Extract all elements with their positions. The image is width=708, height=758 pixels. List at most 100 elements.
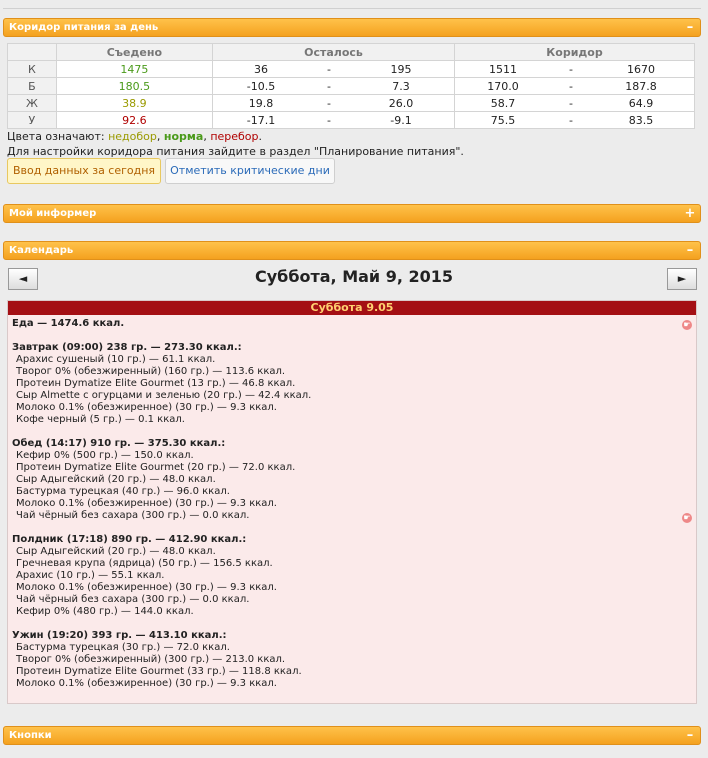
left-range: -10.5 - 7.3 [212, 77, 455, 95]
left-min: -10.5 [246, 79, 276, 93]
corridor-max: 1670 [627, 62, 655, 76]
range-dash: - [327, 113, 331, 127]
calendar-panel-header[interactable]: Календарь – [3, 241, 701, 260]
corridor-range: 170.0 - 187.8 [454, 77, 695, 95]
meal-title: Полдник (17:18) 890 гр. — 412.90 ккал.: [12, 534, 247, 545]
next-day-button[interactable]: ► [667, 268, 697, 290]
left-range: 36 - 195 [212, 60, 455, 78]
mark-critical-days-button[interactable]: Отметить критические дни [165, 158, 335, 184]
meal-item: Молоко 0.1% (обезжиренное) (30 гр.) — 9.… [16, 582, 277, 593]
meal-item: Кефир 0% (500 гр.) — 150.0 ккал. [16, 450, 194, 461]
corridor-min: 1511 [489, 62, 517, 76]
calendar-day-title: Суббота, Май 9, 2015 [254, 267, 454, 286]
day-entries-box: Суббота 9.05 ☛ ☛ Еда — 1474.6 ккал. Завт… [7, 300, 697, 704]
meal-block: Обед (14:17) 910 гр. — 375.30 ккал.: Кефи… [12, 438, 692, 522]
range-dash: - [569, 96, 573, 110]
meal-item: Протеин Dymatize Elite Gourmet (13 гр.) … [16, 378, 296, 389]
left-max: -9.1 [390, 113, 412, 127]
left-min: 36 [254, 62, 268, 76]
header-corridor: Коридор [454, 43, 695, 61]
legend-prefix: Цвета означают: [7, 130, 105, 143]
hand-icon[interactable]: ☛ [682, 320, 692, 330]
collapse-icon[interactable]: – [684, 19, 696, 36]
corridor-table: Съедено Осталось Коридор К 1475 36 - 195 1511… [7, 43, 695, 129]
corridor-hint: Для настройки коридора питания зайдите в… [7, 145, 464, 158]
left-max: 7.3 [392, 79, 410, 93]
legend-under: недобор [108, 130, 157, 143]
meal-item: Арахис (10 гр.) — 55.1 ккал. [16, 570, 165, 581]
left-min: -17.1 [246, 113, 276, 127]
buttons-panel-header[interactable]: Кнопки – [3, 726, 701, 745]
top-border [3, 0, 701, 9]
corridor-panel-header[interactable]: Коридор питания за день – [3, 18, 701, 37]
expand-icon[interactable]: + [684, 205, 696, 222]
legend-sep1: , [156, 130, 161, 143]
corridor-row: У 92.6 -17.1 - -9.1 75.5 - 83.5 [7, 111, 695, 129]
meal-item: Протеин Dymatize Elite Gourmet (33 гр.) … [16, 666, 302, 677]
range-dash: - [327, 62, 331, 76]
range-dash: - [569, 79, 573, 93]
meal-item: Арахис сушеный (10 гр.) — 61.1 ккал. [16, 354, 216, 365]
legend-over: перебор [210, 130, 259, 143]
corridor-table-header-row: Съедено Осталось Коридор [7, 43, 695, 61]
prev-day-button[interactable]: ◄ [8, 268, 38, 290]
legend-ok: норма [163, 130, 204, 143]
legend-end: . [258, 130, 263, 143]
range-dash: - [327, 96, 331, 110]
corridor-range: 75.5 - 83.5 [454, 111, 695, 129]
left-min: 19.8 [248, 96, 274, 110]
meal-item: Сыр Almette с огурцами и зеленью (20 гр.… [16, 390, 312, 401]
collapse-icon[interactable]: – [684, 242, 696, 259]
meal-item: Бастурма турецкая (40 гр.) — 96.0 ккал. [16, 486, 230, 497]
header-empty [7, 43, 57, 61]
header-left: Осталось [212, 43, 455, 61]
input-today-button[interactable]: Ввод данных за сегодня [7, 158, 161, 184]
corridor-range: 1511 - 1670 [454, 60, 695, 78]
colors-legend: Цвета означают: недобор, норма, перебор. [7, 130, 262, 143]
legend-sep2: , [203, 130, 207, 143]
header-eaten: Съедено [55, 43, 214, 61]
eaten-value: 1475 [55, 60, 214, 78]
corridor-max: 187.8 [625, 79, 657, 93]
day-total: Еда — 1474.6 ккал. [12, 318, 125, 329]
meal-item: Молоко 0.1% (обезжиренное) (30 гр.) — 9.… [16, 678, 277, 689]
range-dash: - [327, 79, 331, 93]
meal-title: Завтрак (09:00) 238 гр. — 273.30 ккал.: [12, 342, 242, 353]
meal-item: Гречневая крупа (ядрица) (50 гр.) — 156.… [16, 558, 273, 569]
eaten-value: 92.6 [55, 111, 214, 129]
meal-item: Протеин Dymatize Elite Gourmet (20 гр.) … [16, 462, 296, 473]
meal-block: Полдник (17:18) 890 гр. — 412.90 ккал.: С… [12, 534, 692, 618]
meal-item: Кофе черный (5 гр.) — 0.1 ккал. [16, 414, 185, 425]
calendar-panel-title: Календарь [9, 245, 74, 256]
hand-icon[interactable]: ☛ [682, 513, 692, 523]
left-range: 19.8 - 26.0 [212, 94, 455, 112]
collapse-icon[interactable]: – [684, 727, 696, 744]
row-label: Ж [7, 94, 57, 112]
meal-block: Завтрак (09:00) 238 гр. — 273.30 ккал.: А… [12, 342, 692, 426]
informer-panel-title: Мой информер [9, 208, 97, 219]
day-body: Еда — 1474.6 ккал. Завтрак (09:00) 238 г… [8, 315, 696, 705]
corridor-max: 83.5 [628, 113, 654, 127]
corridor-row: Б 180.5 -10.5 - 7.3 170.0 - 187.8 [7, 77, 695, 95]
meal-item: Молоко 0.1% (обезжиренное) (30 гр.) — 9.… [16, 402, 277, 413]
eaten-value: 180.5 [55, 77, 214, 95]
left-max: 26.0 [388, 96, 414, 110]
range-dash: - [569, 113, 573, 127]
left-range: -17.1 - -9.1 [212, 111, 455, 129]
row-label: У [7, 111, 57, 129]
meal-item: Кефир 0% (480 гр.) — 144.0 ккал. [16, 606, 194, 617]
corridor-row: К 1475 36 - 195 1511 - 1670 [7, 60, 695, 78]
meal-item: Чай чёрный без сахара (300 гр.) — 0.0 кк… [16, 594, 250, 605]
day-header: Суббота 9.05 [8, 301, 696, 315]
corridor-min: 75.5 [490, 113, 516, 127]
eaten-value: 38.9 [55, 94, 214, 112]
meal-item: Творог 0% (обезжиренный) (160 гр.) — 113… [16, 366, 286, 377]
row-label: Б [7, 77, 57, 95]
meal-item: Сыр Адыгейский (20 гр.) — 48.0 ккал. [16, 546, 216, 557]
meal-item: Молоко 0.1% (обезжиренное) (30 гр.) — 9.… [16, 498, 277, 509]
row-label: К [7, 60, 57, 78]
corridor-range: 58.7 - 64.9 [454, 94, 695, 112]
meal-item: Бастурма турецкая (30 гр.) — 72.0 ккал. [16, 642, 230, 653]
left-max: 195 [390, 62, 412, 76]
informer-panel-header[interactable]: Мой информер + [3, 204, 701, 223]
